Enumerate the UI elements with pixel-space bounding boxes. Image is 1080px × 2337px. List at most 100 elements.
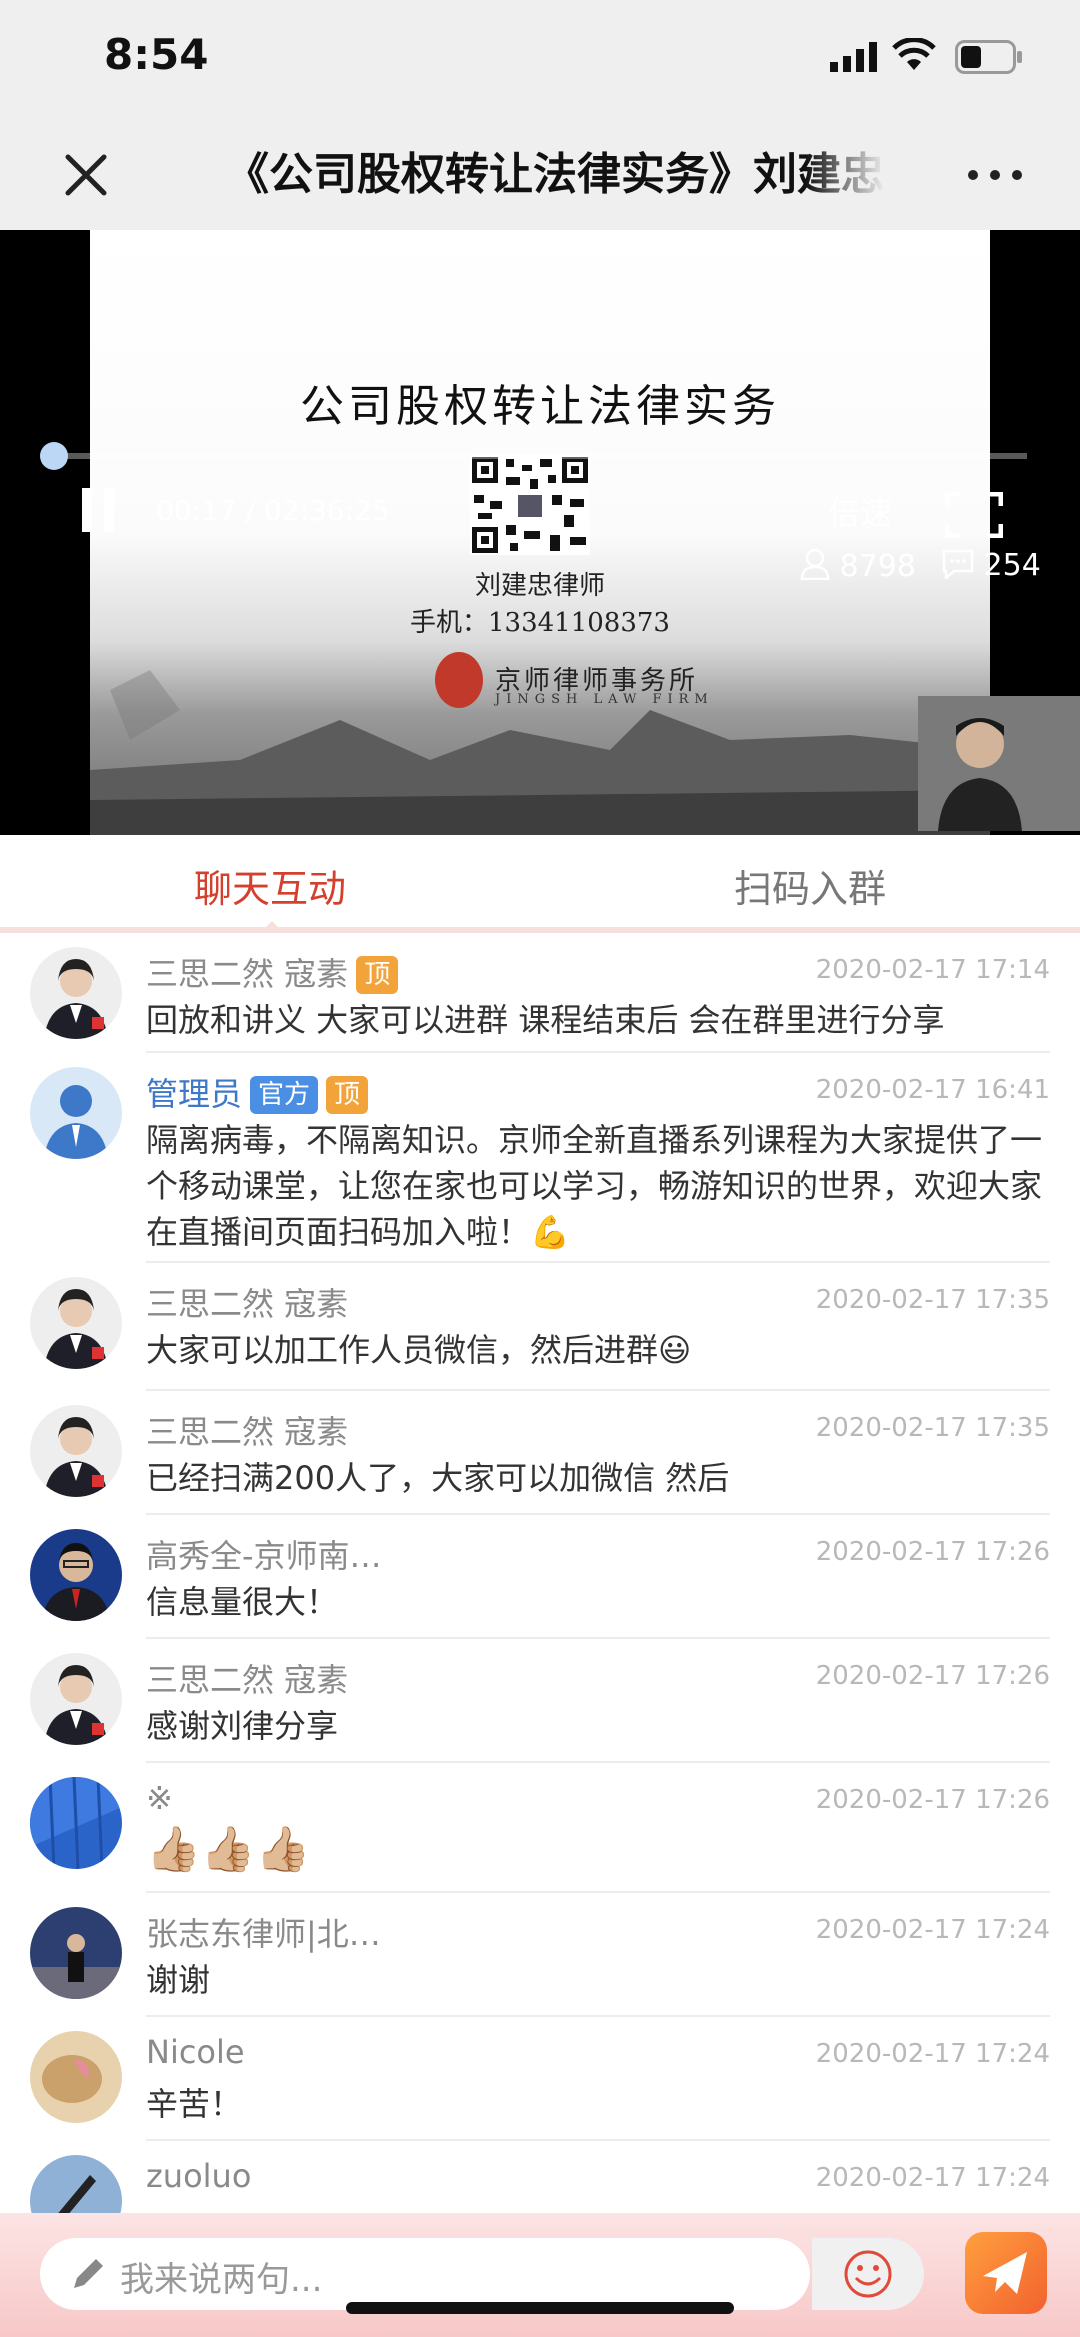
message-author: 三思二然 寇素顶 xyxy=(146,949,399,995)
message-author-name: 三思二然 寇素 xyxy=(146,1413,349,1451)
input-placeholder: 我来说两句... xyxy=(120,2260,323,2300)
message-text: 👍🏼👍🏼👍🏼 xyxy=(146,1824,311,1875)
chat-list[interactable]: 三思二然 寇素顶 2020-02-17 17:14 回放和讲义 大家可以进群 课程结… xyxy=(0,933,1080,2213)
qr-code-icon xyxy=(470,455,590,555)
message-time: 2020-02-17 17:26 xyxy=(815,1661,1050,1691)
message-author-name: Nicole xyxy=(146,2033,245,2071)
chat-message: 高秀全-京师南… 2020-02-17 17:26 信息量很大！ xyxy=(0,1515,1080,1639)
chat-message: ※ 2020-02-17 17:26 👍🏼👍🏼👍🏼 xyxy=(0,1763,1080,1893)
slide-phone: 手机：13341108373 xyxy=(410,608,670,638)
chat-message: 三思二然 寇素 2020-02-17 17:35 已经扫满200人了，大家可以加微信… xyxy=(0,1391,1080,1515)
pause-icon[interactable] xyxy=(80,488,116,532)
pencil-icon xyxy=(74,2259,103,2288)
person-female-icon[interactable] xyxy=(30,947,122,1039)
message-text: 大家可以加工作人员微信，然后进群😃 xyxy=(146,1331,692,1369)
send-button[interactable] xyxy=(965,2232,1047,2314)
chat-message: 三思二然 寇素 2020-02-17 17:35 大家可以加工作人员微信，然后进群😃 xyxy=(0,1263,1080,1391)
chat-message: 管理员 官方顶 2020-02-17 16:41 隔离病毒，不隔离知识。京师全新直播系… xyxy=(0,1053,1080,1263)
message-author-name: zuoluo xyxy=(146,2157,252,2195)
tab-scan-qr-group[interactable]: 扫码入群 xyxy=(540,858,1080,913)
person-female-icon[interactable] xyxy=(30,1653,122,1745)
firm-seal-icon xyxy=(435,652,483,708)
more-icon[interactable] xyxy=(965,160,1025,190)
message-time: 2020-02-17 17:24 xyxy=(815,2163,1050,2193)
message-author: 高秀全-京师南… xyxy=(146,1531,382,1577)
message-text: 感谢刘律分享 xyxy=(146,1707,339,1745)
paper-plane-icon xyxy=(983,2252,1027,2294)
presenter-icon xyxy=(918,696,1080,831)
viewer-icon xyxy=(800,548,830,581)
message-text: 辛苦！ xyxy=(146,2085,243,2123)
message-author-name: 高秀全-京师南… xyxy=(146,1537,382,1575)
chat-message: 张志东律师|北… 2020-02-17 17:24 谢谢 xyxy=(0,1893,1080,2017)
message-author: zuoluo xyxy=(146,2157,251,2195)
message-time: 2020-02-17 17:24 xyxy=(815,2039,1050,2069)
message-time: 2020-02-17 17:35 xyxy=(815,1285,1050,1315)
page-title: 《公司股权转让法律实务》刘建忠律师 xyxy=(225,149,885,200)
message-author: 三思二然 寇素 xyxy=(146,1655,348,1701)
smiley-icon xyxy=(844,2250,892,2298)
firm-name-en: JINGSH LAW FIRM xyxy=(495,692,714,707)
official-badge: 官方 xyxy=(250,1076,319,1114)
pinned-badge: 顶 xyxy=(356,956,399,994)
sky-photo-icon[interactable] xyxy=(30,2155,122,2213)
chat-message: Nicole 2020-02-17 17:24 辛苦！ xyxy=(0,2017,1080,2141)
speed-button[interactable]: 倍速 xyxy=(828,488,892,534)
stage-person-icon[interactable] xyxy=(30,1907,122,1999)
message-author: Nicole xyxy=(146,2033,245,2071)
comment-count-value: 254 xyxy=(983,548,1041,583)
time-display: 00:17 / 02:36:25 xyxy=(156,494,390,527)
video-player[interactable]: 公司股权转让法律实务 刘建忠律师 手机：13341108373 京师律师事务所 … xyxy=(0,230,1080,835)
slide-title: 公司股权转让法律实务 xyxy=(300,381,780,432)
message-text: 已经扫满200人了，大家可以加微信 然后 xyxy=(146,1459,730,1497)
message-author-name: ※ xyxy=(146,1779,173,1817)
emoji-button[interactable] xyxy=(812,2238,924,2310)
message-author: ※ xyxy=(146,1779,173,1817)
battery-icon xyxy=(955,40,1022,74)
message-time: 2020-02-17 16:41 xyxy=(815,1075,1050,1105)
message-text: 谢谢 xyxy=(146,1961,211,1999)
message-time: 2020-02-17 17:35 xyxy=(815,1413,1050,1443)
fullscreen-icon[interactable] xyxy=(945,492,1003,538)
message-author-name: 三思二然 寇素 xyxy=(146,955,349,993)
message-time: 2020-02-17 17:26 xyxy=(815,1785,1050,1815)
chat-message: 三思二然 寇素 2020-02-17 17:26 感谢刘律分享 xyxy=(0,1639,1080,1763)
admin-icon[interactable] xyxy=(30,1067,122,1159)
blue-building-icon[interactable] xyxy=(30,1777,122,1869)
person-female-icon[interactable] xyxy=(30,1405,122,1497)
tab-chat[interactable]: 聊天互动 xyxy=(0,858,540,913)
viewer-count: 8798 xyxy=(800,548,916,584)
close-icon[interactable] xyxy=(56,145,116,205)
person-female-icon[interactable] xyxy=(30,1277,122,1369)
message-author: 三思二然 寇素 xyxy=(146,1279,348,1325)
person-male-icon[interactable] xyxy=(30,1529,122,1621)
message-time: 2020-02-17 17:24 xyxy=(815,1915,1050,1945)
message-author-name: 三思二然 寇素 xyxy=(146,1285,349,1323)
presenter-camera xyxy=(918,696,1080,831)
progress-knob[interactable] xyxy=(40,442,68,470)
message-time: 2020-02-17 17:26 xyxy=(815,1537,1050,1567)
message-author-name: 管理员 xyxy=(146,1075,243,1113)
chat-message: 三思二然 寇素顶 2020-02-17 17:14 回放和讲义 大家可以进群 课程结… xyxy=(0,933,1080,1053)
comment-count: 254 xyxy=(942,548,1041,583)
status-time: 8:54 xyxy=(104,30,209,79)
viewer-count-value: 8798 xyxy=(839,549,916,584)
chat-message: zuoluo 2020-02-17 17:24 xyxy=(0,2141,1080,2213)
home-indicator xyxy=(346,2302,734,2314)
message-author: 三思二然 寇素 xyxy=(146,1407,348,1453)
message-text: 隔离病毒，不隔离知识。京师全新直播系列课程为大家提供了一个移动课堂，让您在家也可… xyxy=(146,1121,1043,1251)
food-photo-icon[interactable] xyxy=(30,2031,122,2123)
message-author-name: 张志东律师|北… xyxy=(146,1915,381,1953)
message-author: 张志东律师|北… xyxy=(146,1909,381,1955)
message-text: 信息量很大！ xyxy=(146,1583,339,1621)
comment-icon xyxy=(942,549,974,581)
message-text: 回放和讲义 大家可以进群 课程结束后 会在群里进行分享 xyxy=(146,1001,945,1039)
message-author-name: 三思二然 寇素 xyxy=(146,1661,349,1699)
message-time: 2020-02-17 17:14 xyxy=(815,955,1050,985)
tab-indicator xyxy=(262,921,282,931)
pinned-badge: 顶 xyxy=(326,1076,369,1114)
progress-track[interactable] xyxy=(52,453,1027,459)
message-author: 管理员 官方顶 xyxy=(146,1069,369,1115)
wifi-icon xyxy=(892,38,936,70)
signal-icon xyxy=(830,42,877,72)
